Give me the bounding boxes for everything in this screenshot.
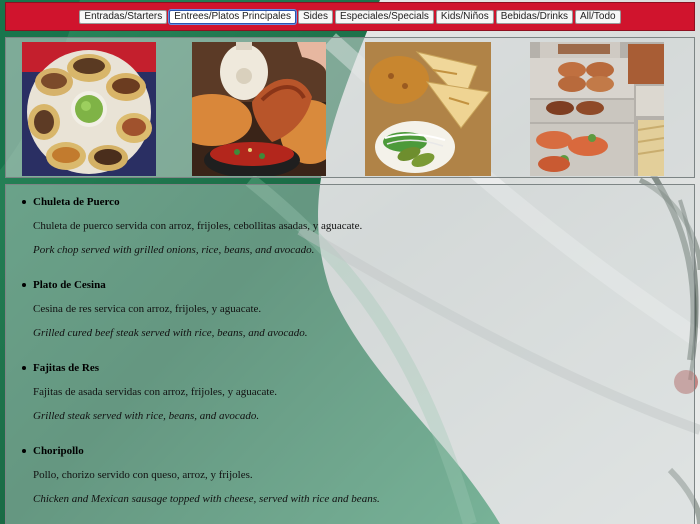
menu-item: Fajitas de Res Fajitas de asada servidas…	[22, 361, 694, 423]
dish-description-english: Chicken and Mexican sausage topped with …	[33, 493, 380, 505]
photo-quesadillas	[365, 42, 491, 176]
dish-name: Plato de Cesina	[22, 278, 694, 292]
dish-description-english: Grilled steak served with rice, beans, a…	[33, 410, 260, 422]
nav-bebidas-drinks[interactable]: Bebidas/Drinks	[495, 9, 573, 24]
menu-item: Choripollo Pollo, chorizo servido con qu…	[22, 444, 694, 506]
dish-description-spanish: Fajitas de asada servidas con arroz, fri…	[33, 386, 278, 398]
nav-sides[interactable]: Sides	[297, 9, 333, 24]
nav-entradas-starters[interactable]: Entradas/Starters	[79, 9, 168, 24]
dish-description-english: Grilled cured beef steak served with ric…	[33, 327, 308, 339]
photo-food-trays	[530, 42, 664, 176]
category-nav: Entradas/Starters Entrees/Platos Princip…	[5, 2, 695, 31]
nav-especiales-specials[interactable]: Especiales/Specials	[334, 9, 434, 24]
photo-strip	[5, 37, 695, 178]
menu-item: Plato de Cesina Cesina de res servica co…	[22, 278, 694, 340]
nav-kids-ninos[interactable]: Kids/Niños	[435, 9, 494, 24]
dish-name: Choripollo	[22, 444, 694, 458]
dish-description-english: Pork chop served with grilled onions, ri…	[33, 244, 315, 256]
dish-name: Chuleta de Puerco	[22, 195, 694, 209]
menu-item: Chuleta de Puerco Chuleta de puerco serv…	[22, 195, 694, 257]
dish-name: Fajitas de Res	[22, 361, 694, 375]
photo-chicken-salsa	[192, 42, 326, 176]
dish-description-spanish: Pollo, chorizo servido con queso, arroz,…	[33, 469, 253, 481]
dish-description-spanish: Cesina de res servica con arroz, frijole…	[33, 303, 262, 315]
dish-description-spanish: Chuleta de puerco servida con arroz, fri…	[33, 220, 363, 232]
nav-all-todo[interactable]: All/Todo	[575, 9, 621, 24]
nav-entrees-platos-principales[interactable]: Entrees/Platos Principales	[169, 9, 296, 24]
menu-list: Chuleta de Puerco Chuleta de puerco serv…	[5, 184, 695, 524]
photo-tacos-platter	[22, 42, 156, 176]
